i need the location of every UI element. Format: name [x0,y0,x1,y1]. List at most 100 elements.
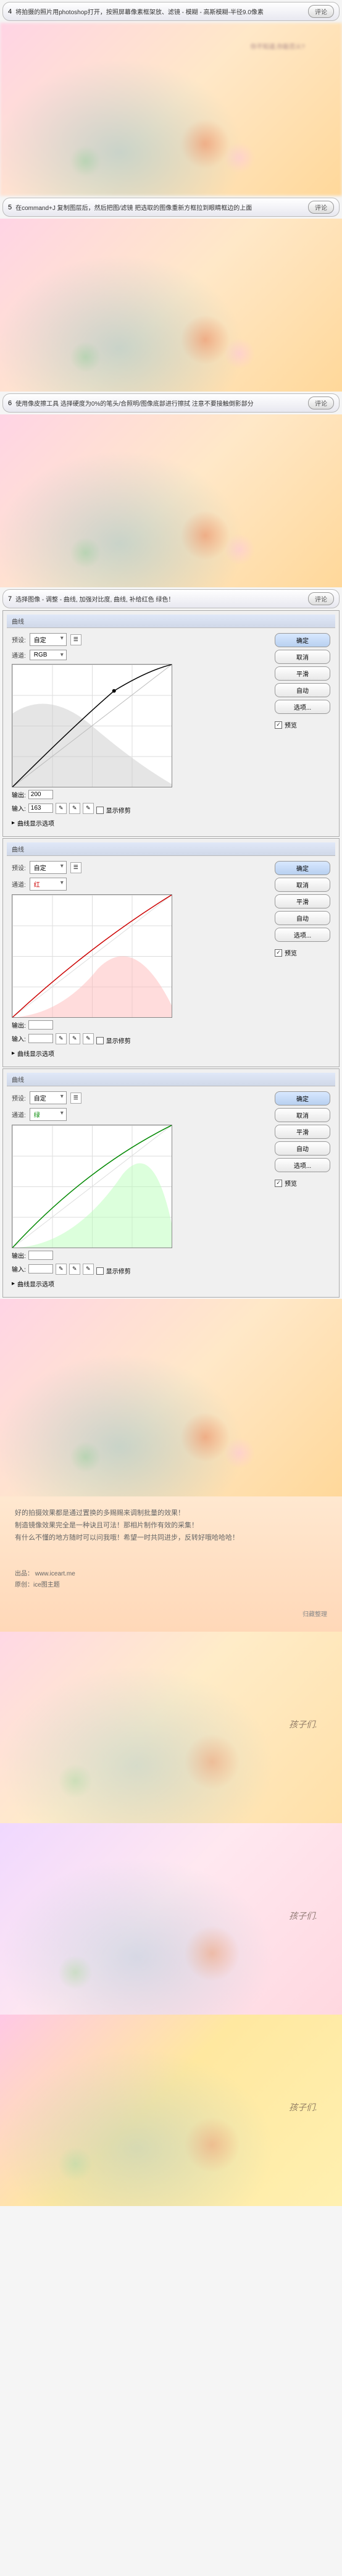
preset-select-rgb[interactable]: 自定 [30,633,67,646]
input-input-green[interactable] [28,1264,53,1273]
final-photo-2: 孩子们. [0,1823,342,2015]
final-photo-1-caption: 孩子们. [289,1718,317,1731]
eyedrop-white-icon[interactable]: ✎ [83,803,94,814]
preview-check-rgb[interactable] [275,721,282,729]
ending-footer: 归藏整理 [15,1609,327,1621]
eyedrop-black-icon-red[interactable]: ✎ [56,1033,67,1044]
input-label-red: 输入: [12,1034,26,1043]
step-4-num: 4 [8,8,12,15]
cancel-button-rgb[interactable]: 取消 [275,650,330,664]
curve-path-green [12,1125,172,1248]
output-input-red[interactable] [28,1020,53,1030]
credit-by: 原创：ice图主题 [15,1582,60,1588]
show-clip-check-red[interactable] [96,1037,104,1044]
step-5-bar: 5 在command+J 复制图层后，然后把图/滤镜 把选取的图像重新方框拉到眼… [2,198,340,217]
step-6-bar: 6 使用像皮擦工具 选择硬度为0%的笔头/合照明/图像底部进行擦拭 注意不要接触… [2,393,340,413]
preset-label: 预设: [12,635,26,644]
options-button-rgb[interactable]: 选项... [275,700,330,714]
step-5-num: 5 [8,204,12,211]
step-7-comment-button[interactable]: 评论 [308,592,334,605]
final-photo-3-caption: 孩子们. [289,2101,317,2113]
preset-select-red[interactable]: 自定 [30,861,67,874]
photo-note: 你不知道,你能否火? [251,41,305,51]
curve-graph-red[interactable] [12,894,172,1018]
preview-check-green[interactable] [275,1180,282,1187]
final-photo-3: 孩子们. [0,2015,342,2206]
step-5-text: 在command+J 复制图层后，然后把图/滤镜 把选取的图像重新方框拉到眼睛框… [15,203,304,212]
show-clip-check-green[interactable] [96,1267,104,1275]
smooth-button-rgb[interactable]: 平滑 [275,666,330,681]
preview-label-green: 预览 [285,1178,297,1188]
curve-graph-rgb[interactable] [12,664,172,787]
eyedrop-gray-icon-green[interactable]: ✎ [69,1264,80,1275]
channel-label-red: 通道: [12,879,26,889]
step-4-bar: 4 将拍摄的照片用photoshop打开，按照屏幕像素框架放、滤镜 - 模糊 -… [2,2,340,21]
ok-button-red[interactable]: 确定 [275,861,330,875]
preset-select-green[interactable]: 自定 [30,1091,67,1104]
curve-options-label-green: 曲线显示选项 [17,1279,54,1288]
auto-button-rgb[interactable]: 自动 [275,683,330,697]
ending-text-block: 好的拍摄效果都是通过置换的多赐赐来调制批量的效果！ 制造镜像效果完全是一种诀且可… [0,1496,342,1632]
smooth-button-red[interactable]: 平滑 [275,894,330,908]
cancel-button-red[interactable]: 取消 [275,878,330,892]
photo-step5 [0,219,342,392]
preview-check-red[interactable] [275,949,282,957]
photo-step6 [0,414,342,587]
input-label-green: 输入: [12,1264,26,1273]
eyedrop-white-icon-red[interactable]: ✎ [83,1033,94,1044]
step-6-comment-button[interactable]: 评论 [308,396,334,409]
preset-label-green: 预设: [12,1093,26,1102]
eyedrop-black-icon-green[interactable]: ✎ [56,1264,67,1275]
preset-label-red: 预设: [12,863,26,872]
output-input-green[interactable] [28,1251,53,1260]
ending-line3: 有什么不懂的地方随时可以问我哦！希望一时共同进步，反转好哦哈哈哈！ [15,1532,327,1545]
step-5-comment-button[interactable]: 评论 [308,201,334,214]
curve-graph-green[interactable] [12,1125,172,1248]
output-label-red: 输出: [12,1020,26,1030]
preview-label-red: 预览 [285,948,297,957]
expand-icon[interactable]: ▸ [12,820,15,826]
step-4-comment-button[interactable]: 评论 [308,5,334,18]
output-input-rgb[interactable] [28,790,53,799]
channel-select-rgb[interactable]: RGB [30,650,67,660]
eyedrop-white-icon-green[interactable]: ✎ [83,1264,94,1275]
photo-step4: 你不知道,你能否火? [0,23,342,196]
input-input-rgb[interactable] [28,803,53,813]
eyedrop-gray-icon-red[interactable]: ✎ [69,1033,80,1044]
curves-title-red: 曲线 [7,842,335,856]
preset-menu-icon-green[interactable]: ☰ [70,1093,81,1104]
channel-label-rgb: 通道: [12,650,26,660]
channel-select-green[interactable]: 绿 [30,1108,67,1121]
output-label-rgb: 输出: [12,790,26,799]
curve-options-label-red: 曲线显示选项 [17,1049,54,1058]
step-4-text: 将拍摄的照片用photoshop打开，按照屏幕像素框架放、滤镜 - 模糊 - 高… [15,7,304,16]
channel-select-red[interactable]: 红 [30,878,67,891]
auto-button-green[interactable]: 自动 [275,1141,330,1156]
ok-button-green[interactable]: 确定 [275,1091,330,1105]
options-button-red[interactable]: 选项... [275,928,330,942]
input-input-red[interactable] [28,1034,53,1043]
photo-result [0,1299,342,1496]
expand-icon-green[interactable]: ▸ [12,1280,15,1287]
eyedrop-gray-icon[interactable]: ✎ [69,803,80,814]
ending-line2: 制造镜像效果完全是一种诀且可法！那相片制作有效的采集！ [15,1520,327,1532]
show-clip-check-rgb[interactable] [96,807,104,814]
options-button-green[interactable]: 选项... [275,1158,330,1172]
ending-line1: 好的拍摄效果都是通过置换的多赐赐来调制批量的效果！ [15,1508,327,1520]
curves-title-rgb: 曲线 [7,615,335,628]
show-clip-label-green: 显示修剪 [106,1266,131,1275]
preset-menu-icon-red[interactable]: ☰ [70,862,81,873]
curve-options-label: 曲线显示选项 [17,818,54,828]
preset-menu-icon[interactable]: ☰ [70,634,81,645]
cancel-button-green[interactable]: 取消 [275,1108,330,1122]
step-6-text: 使用像皮擦工具 选择硬度为0%的笔头/合照明/图像底部进行擦拭 注意不要接触倒影… [15,398,304,408]
credit-url: www.iceart.me [35,1571,75,1577]
expand-icon-red[interactable]: ▸ [12,1050,15,1057]
eyedrop-black-icon[interactable]: ✎ [56,803,67,814]
curves-dialog-red: 曲线 预设: 自定 ☰ 通道: 红 输出: 输入: [2,838,340,1067]
photo-step6-content [0,414,342,587]
smooth-button-green[interactable]: 平滑 [275,1125,330,1139]
ok-button-rgb[interactable]: 确定 [275,633,330,647]
auto-button-red[interactable]: 自动 [275,911,330,925]
preview-label-rgb: 预览 [285,720,297,729]
